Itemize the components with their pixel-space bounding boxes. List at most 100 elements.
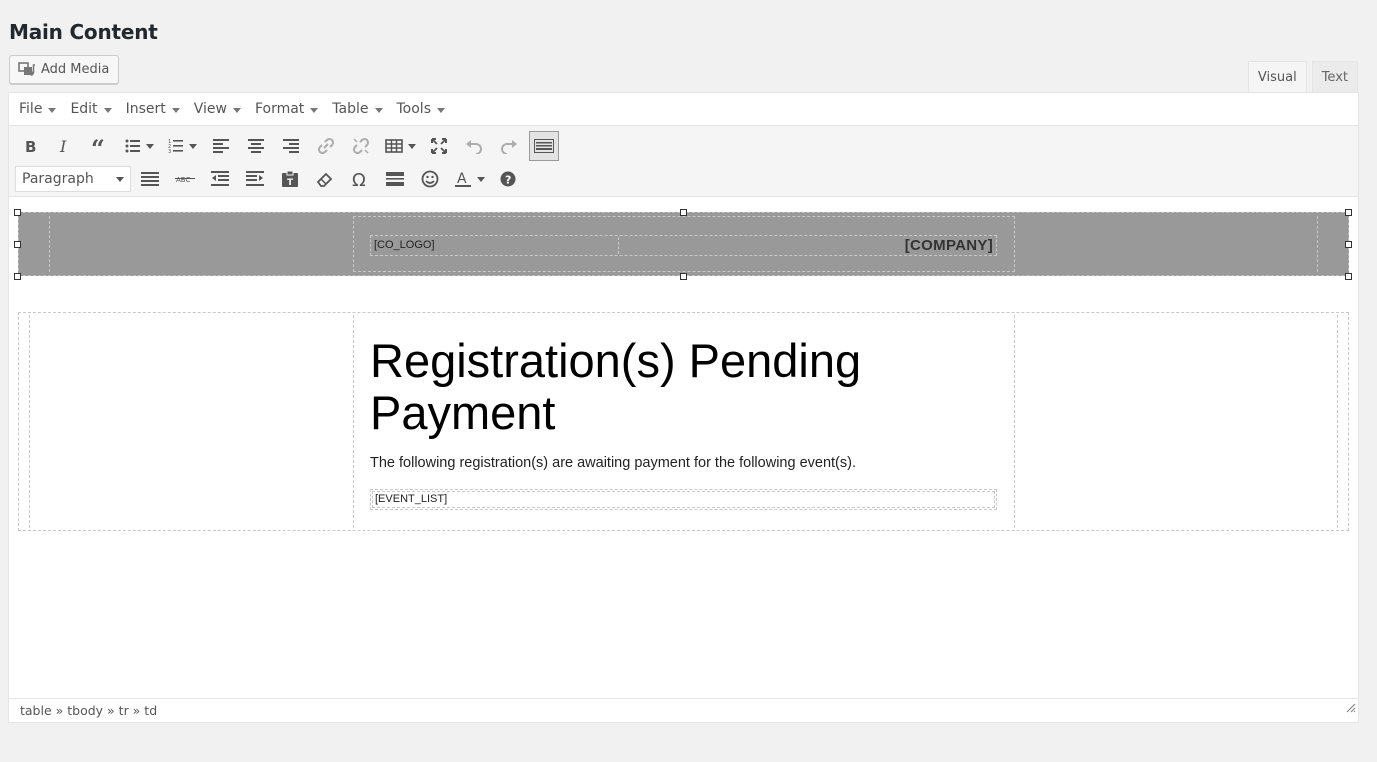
italic-icon: I	[57, 138, 73, 154]
tab-visual[interactable]: Visual	[1247, 61, 1307, 93]
cell-divider	[1337, 315, 1338, 528]
event-list-table[interactable]: [EVENT_LIST]	[370, 489, 997, 510]
resize-handle[interactable]	[680, 209, 687, 216]
bold-button[interactable]: B	[15, 131, 45, 161]
justify-button[interactable]	[135, 164, 165, 194]
chevron-down-icon	[374, 107, 383, 113]
special-char-icon: Ω	[351, 170, 369, 188]
section-title: Main Content	[9, 20, 158, 44]
resize-handle[interactable]	[14, 241, 21, 248]
horizontal-rule-button[interactable]	[380, 164, 410, 194]
text-color-button[interactable]: A	[450, 164, 488, 194]
resize-handle[interactable]	[14, 209, 21, 216]
clear-format-icon	[316, 170, 334, 188]
emoticons-icon	[421, 170, 439, 188]
chevron-down-icon	[145, 143, 154, 149]
horizontal-rule-icon	[386, 171, 404, 187]
svg-text:B: B	[25, 138, 36, 154]
svg-text:3: 3	[168, 149, 171, 154]
align-right-button[interactable]	[276, 131, 306, 161]
paste-text-button[interactable]: T	[275, 164, 305, 194]
fullscreen-button[interactable]	[424, 131, 454, 161]
menu-table-label: Table	[332, 101, 369, 117]
svg-text:“: “	[91, 138, 105, 154]
menu-file-label: File	[19, 101, 43, 117]
block-format-select[interactable]: Paragraph	[15, 166, 131, 192]
outdent-button[interactable]	[205, 164, 235, 194]
resize-handle[interactable]	[1345, 241, 1352, 248]
menu-table[interactable]: Table	[325, 93, 389, 126]
paste-text-icon: T	[281, 170, 299, 188]
table-button[interactable]	[381, 131, 419, 161]
strikethrough-button[interactable]: ABC	[170, 164, 200, 194]
link-button[interactable]	[311, 131, 341, 161]
editor-toolbar: B I “ 123 Paragraph ABC T Ω A ?	[9, 126, 1358, 197]
add-media-button[interactable]: Add Media	[9, 55, 120, 84]
numbered-list-icon: 123	[168, 138, 184, 154]
resize-handle[interactable]	[14, 273, 21, 280]
numbered-list-button[interactable]: 123	[163, 131, 201, 161]
menu-insert[interactable]: Insert	[119, 93, 187, 126]
unlink-icon	[352, 137, 370, 155]
emoticons-button[interactable]	[415, 164, 445, 194]
undo-button[interactable]	[459, 131, 489, 161]
toolbar-toggle-button[interactable]	[529, 131, 559, 161]
link-icon	[317, 137, 335, 155]
element-path-statusbar: table » tbody » tr » td	[9, 698, 1358, 722]
menu-edit[interactable]: Edit	[63, 93, 118, 126]
editor-menubar: File Edit Insert View Format Table Tools	[9, 93, 1358, 126]
bullet-list-icon	[125, 139, 141, 153]
block-format-value: Paragraph	[22, 171, 94, 187]
chevron-down-icon	[171, 107, 180, 113]
clear-format-button[interactable]	[310, 164, 340, 194]
undo-icon	[465, 138, 483, 154]
rich-text-editor: File Edit Insert View Format Table Tools…	[8, 92, 1359, 723]
lead-paragraph[interactable]: The following registration(s) are awaiti…	[370, 455, 856, 471]
blockquote-button[interactable]: “	[85, 131, 115, 161]
add-media-label: Add Media	[41, 62, 110, 77]
editor-page: Main Content Add Media Visual Text File …	[0, 0, 1377, 762]
chevron-down-icon	[310, 107, 319, 113]
italic-button[interactable]: I	[50, 131, 80, 161]
align-center-icon	[248, 139, 264, 153]
header-band-table[interactable]: [CO_LOGO] [COMPANY]	[18, 212, 1349, 276]
outdent-icon	[211, 171, 229, 187]
bold-icon: B	[22, 138, 38, 154]
chevron-down-icon	[116, 176, 124, 182]
chevron-down-icon	[103, 107, 112, 113]
event-list-shortcode[interactable]: [EVENT_LIST]	[372, 491, 995, 508]
menu-view-label: View	[193, 101, 227, 117]
menu-view[interactable]: View	[187, 93, 248, 126]
company-shortcode[interactable]: [COMPANY]	[905, 236, 993, 256]
company-logo-shortcode[interactable]: [CO_LOGO]	[371, 237, 619, 254]
menu-format[interactable]: Format	[248, 93, 325, 126]
resize-handle[interactable]	[1345, 273, 1352, 280]
body-table[interactable]: Registration(s) Pending Payment The foll…	[18, 312, 1349, 531]
align-left-icon	[213, 139, 229, 153]
help-button[interactable]: ?	[493, 164, 523, 194]
resize-handle[interactable]	[680, 273, 687, 280]
align-center-button[interactable]	[241, 131, 271, 161]
resize-handle[interactable]	[1345, 209, 1352, 216]
header-logo-row[interactable]: [CO_LOGO] [COMPANY]	[370, 235, 997, 256]
page-headline[interactable]: Registration(s) Pending Payment	[370, 335, 930, 439]
cell-divider	[1317, 216, 1318, 272]
align-left-button[interactable]	[206, 131, 236, 161]
tab-text[interactable]: Text	[1311, 61, 1358, 93]
bullet-list-button[interactable]	[120, 131, 158, 161]
justify-icon	[141, 171, 159, 187]
redo-button[interactable]	[494, 131, 524, 161]
unlink-button[interactable]	[346, 131, 376, 161]
table-icon	[384, 139, 403, 153]
svg-text:I: I	[59, 138, 67, 154]
special-char-button[interactable]: Ω	[345, 164, 375, 194]
fullscreen-icon	[431, 138, 447, 154]
menu-file[interactable]: File	[12, 93, 63, 126]
menu-tools[interactable]: Tools	[390, 93, 453, 126]
chevron-down-icon	[48, 107, 57, 113]
indent-button[interactable]	[240, 164, 270, 194]
toolbar-row-1: B I “ 123	[15, 131, 564, 161]
editor-content-area[interactable]: [CO_LOGO] [COMPANY] Registration(s) Pend…	[9, 197, 1358, 699]
element-path[interactable]: table » tbody » tr » td	[20, 703, 157, 718]
resize-grip-icon[interactable]	[1344, 697, 1356, 720]
